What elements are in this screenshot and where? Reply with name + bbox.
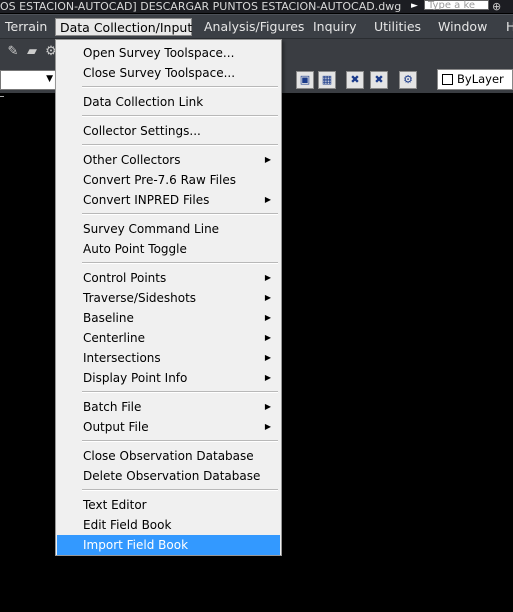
layer-combo[interactable]: ByLayer: [437, 69, 513, 90]
submenu-arrow-icon: ▶: [264, 293, 271, 302]
menu-utilities[interactable]: Utilities: [370, 18, 425, 36]
layer-combo-label: ByLayer: [457, 72, 504, 86]
menu-item-label: Text Editor: [83, 498, 147, 512]
menu-collector-settings[interactable]: Collector Settings...: [57, 121, 280, 141]
menu-item-label: Baseline: [83, 311, 134, 325]
title-bar: OS ESTACION-AUTOCAD] DESCARGAR PUNTOS ES…: [0, 0, 513, 13]
break-icon[interactable]: ✖: [370, 71, 388, 89]
submenu-arrow-icon: ▶: [264, 155, 271, 164]
menu-item-label: Open Survey Toolspace...: [83, 46, 235, 60]
menu-item-label: Survey Command Line: [83, 222, 220, 236]
menu-item-label: Import Field Book: [83, 538, 189, 552]
menu-convert-pre-76-raw-files[interactable]: Convert Pre-7.6 Raw Files: [57, 170, 280, 190]
search-input[interactable]: Type a ke: [424, 0, 489, 11]
menu-item-label: Collector Settings...: [83, 124, 201, 138]
menu-text-editor[interactable]: Text Editor: [57, 495, 280, 515]
menu-output-file[interactable]: Output File ▶: [57, 417, 280, 437]
submenu-arrow-icon: ▶: [264, 353, 271, 362]
grid-icon[interactable]: ▦: [318, 71, 336, 89]
menu-separator: [82, 440, 278, 442]
menu-item-label: Edit Field Book: [83, 518, 172, 532]
menu-item-label: Display Point Info: [83, 371, 188, 385]
menu-open-survey-toolspace[interactable]: Open Survey Toolspace...: [57, 43, 280, 63]
menu-item-label: Delete Observation Database: [83, 469, 261, 483]
menu-window[interactable]: Window: [434, 18, 491, 36]
menu-edit-field-book[interactable]: Edit Field Book: [57, 515, 280, 535]
menu-survey-command-line[interactable]: Survey Command Line: [57, 219, 280, 239]
menu-separator: [82, 262, 278, 264]
menu-control-points[interactable]: Control Points ▶: [57, 268, 280, 288]
menu-item-label: Close Survey Toolspace...: [83, 66, 236, 80]
binoculars-icon[interactable]: ⊕: [492, 0, 501, 13]
settings-icon[interactable]: ⚙: [399, 71, 417, 89]
triangle-right-icon[interactable]: ►: [411, 0, 418, 13]
menu-other-collectors[interactable]: Other Collectors ▶: [57, 150, 280, 170]
menu-inquiry[interactable]: Inquiry: [309, 18, 360, 36]
menu-item-label: Traverse/Sideshots: [83, 291, 197, 305]
submenu-arrow-icon: ▶: [264, 402, 271, 411]
submenu-arrow-icon: ▶: [264, 333, 271, 342]
menu-item-label: Convert Pre-7.6 Raw Files: [83, 173, 236, 187]
menu-data-collection-input[interactable]: Data Collection/Input: [55, 18, 192, 36]
menu-separator: [82, 86, 278, 88]
menu-traverse-sideshots[interactable]: Traverse/Sideshots ▶: [57, 288, 280, 308]
menu-item-label: Data Collection Link: [83, 95, 204, 109]
menu-convert-inpred-files[interactable]: Convert INPRED Files ▶: [57, 190, 280, 210]
menu-analysis-figures[interactable]: Analysis/Figures: [200, 18, 308, 36]
menu-separator: [82, 115, 278, 117]
menu-batch-file[interactable]: Batch File ▶: [57, 397, 280, 417]
submenu-arrow-icon: ▶: [264, 195, 271, 204]
submenu-arrow-icon: ▶: [264, 273, 271, 282]
menu-item-label: Batch File: [83, 400, 142, 414]
delete-vertex-icon[interactable]: ✖: [346, 71, 364, 89]
menu-import-field-book[interactable]: Import Field Book: [57, 535, 280, 555]
menu-baseline[interactable]: Baseline ▶: [57, 308, 280, 328]
menu-item-label: Close Observation Database: [83, 449, 254, 463]
submenu-arrow-icon: ▶: [264, 373, 271, 382]
color-swatch-icon: [442, 74, 453, 85]
viewport-icon[interactable]: ▣: [296, 71, 314, 89]
menu-terrain[interactable]: Terrain: [1, 18, 51, 36]
eraser-icon[interactable]: ▰: [24, 44, 40, 60]
menu-delete-observation-database[interactable]: Delete Observation Database: [57, 466, 280, 486]
menu-separator: [82, 213, 278, 215]
submenu-arrow-icon: ▶: [264, 313, 271, 322]
menu-intersections[interactable]: Intersections ▶: [57, 348, 280, 368]
menu-bar: Terrain Data Collection/Input Analysis/F…: [0, 14, 513, 39]
canvas-marker: [0, 96, 4, 97]
menu-auto-point-toggle[interactable]: Auto Point Toggle: [57, 239, 280, 259]
menu-item-label: Control Points: [83, 271, 167, 285]
pencil-icon[interactable]: ✎: [5, 44, 21, 60]
menu-separator: [82, 489, 278, 491]
menu-centerline[interactable]: Centerline ▶: [57, 328, 280, 348]
data-collection-dropdown: Open Survey Toolspace... Close Survey To…: [55, 39, 282, 556]
menu-close-survey-toolspace[interactable]: Close Survey Toolspace...: [57, 63, 280, 83]
chevron-down-icon: ▼: [46, 74, 53, 84]
menu-item-label: Other Collectors: [83, 153, 181, 167]
submenu-arrow-icon: ▶: [264, 422, 271, 431]
menu-item-label: Auto Point Toggle: [83, 242, 187, 256]
window-title: OS ESTACION-AUTOCAD] DESCARGAR PUNTOS ES…: [0, 0, 402, 13]
menu-display-point-info[interactable]: Display Point Info ▶: [57, 368, 280, 388]
workspace-combo[interactable]: ▼: [0, 70, 56, 90]
menu-item-label: Convert INPRED Files: [83, 193, 210, 207]
menu-close-observation-database[interactable]: Close Observation Database: [57, 446, 280, 466]
menu-data-collection-link[interactable]: Data Collection Link: [57, 92, 280, 112]
menu-item-label: Centerline: [83, 331, 146, 345]
menu-help[interactable]: H: [502, 18, 513, 36]
menu-item-label: Intersections: [83, 351, 161, 365]
menu-item-label: Output File: [83, 420, 149, 434]
menu-separator: [82, 144, 278, 146]
menu-separator: [82, 391, 278, 393]
